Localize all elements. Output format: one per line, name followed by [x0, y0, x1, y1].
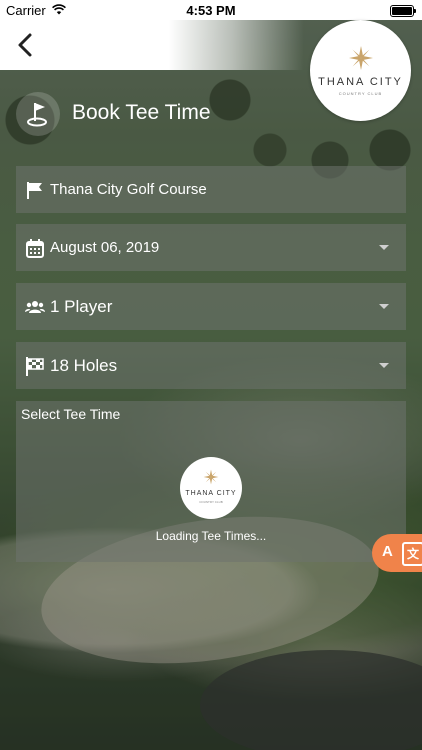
battery-icon: [390, 5, 416, 17]
holes-value: 18 Holes: [50, 356, 118, 375]
translate-cjk-glyph: 文: [402, 542, 422, 566]
calendar-icon: [26, 239, 44, 258]
logo-star-icon: [203, 469, 219, 485]
logo-name: THANA CITY: [318, 76, 403, 88]
flag-icon: [27, 182, 42, 199]
holes-selector[interactable]: 18 Holes: [16, 342, 406, 389]
chevron-down-icon: [379, 245, 389, 250]
translate-icon: A: [382, 543, 393, 560]
loading-logo-name: THANA CITY: [185, 490, 237, 497]
thana-city-logo: THANA CITY COUNTRY CLUB: [310, 20, 411, 121]
loading-text: Loading Tee Times...: [155, 529, 267, 543]
logo-star-icon: [349, 46, 373, 70]
chevron-left-icon[interactable]: [14, 32, 38, 58]
date-selector[interactable]: August 06, 2019: [16, 224, 406, 271]
players-value: 1 Player: [50, 297, 113, 316]
translate-button[interactable]: A 文: [372, 534, 422, 572]
tee-time-label: Select Tee Time: [21, 406, 121, 422]
loading-logo-subtitle: COUNTRY CLUB: [199, 500, 223, 504]
date-value: August 06, 2019: [50, 239, 160, 256]
course-value: Thana City Golf Course: [50, 181, 207, 198]
golf-flag-icon: [16, 92, 60, 136]
users-icon: [25, 301, 45, 313]
tee-time-panel: Select Tee Time THANA CITY COUNTRY CLUB …: [16, 401, 406, 562]
chevron-down-icon: [379, 304, 389, 309]
chevron-down-icon: [379, 363, 389, 368]
status-bar: Carrier 4:53 PM: [0, 0, 422, 20]
checkered-flag-icon: [26, 357, 44, 376]
course-selector[interactable]: Thana City Golf Course: [16, 166, 406, 213]
status-time: 4:53 PM: [186, 3, 236, 18]
logo-subtitle: COUNTRY CLUB: [338, 91, 383, 96]
loading-logo: THANA CITY COUNTRY CLUB: [180, 457, 242, 519]
players-selector[interactable]: 1 Player: [16, 283, 406, 330]
page-title: Book Tee Time: [72, 101, 211, 124]
